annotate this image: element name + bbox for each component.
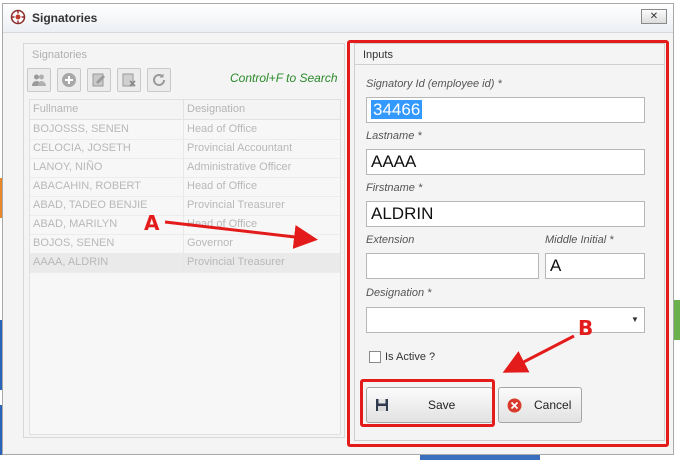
table-row[interactable]: ABAD, TADEO BENJIE Provincial Treasurer xyxy=(30,196,340,216)
add-icon xyxy=(62,73,76,87)
grid-header: Fullname Designation xyxy=(30,100,340,120)
search-hint: Control+F to Search xyxy=(230,71,338,85)
cell-designation: Provincial Treasurer xyxy=(187,256,285,268)
column-header-fullname[interactable]: Fullname xyxy=(33,103,78,115)
cell-designation: Governor xyxy=(187,237,233,249)
column-header-designation[interactable]: Designation xyxy=(187,103,245,115)
users-button[interactable] xyxy=(27,68,51,92)
table-row-selected[interactable]: AAAA, ALDRIN Provincial Treasurer xyxy=(30,253,340,273)
title-bar: Signatories ✕ xyxy=(3,4,673,33)
background-desktop-fragment xyxy=(674,300,680,340)
edit-icon xyxy=(92,73,105,87)
signatories-group-label: Signatories xyxy=(32,49,88,61)
cell-designation: Head of Office xyxy=(187,123,258,135)
users-icon xyxy=(32,74,46,86)
cell-fullname: BOJOS, SENEN xyxy=(33,237,115,249)
cell-designation: Head of Office xyxy=(187,218,258,230)
cell-fullname: CELOCIA, JOSETH xyxy=(33,142,131,154)
cell-fullname: LANOY, NIÑO xyxy=(33,161,103,173)
table-row[interactable]: ABAD, MARILYN Head of Office xyxy=(30,215,340,235)
cell-designation: Provincial Accountant xyxy=(187,142,293,154)
annotation-box-save xyxy=(360,379,495,427)
signatories-list-panel: Signatories Control+F to Search Fullname… xyxy=(23,43,345,438)
add-button[interactable] xyxy=(57,68,81,92)
cell-designation: Head of Office xyxy=(187,180,258,192)
cell-fullname: AAAA, ALDRIN xyxy=(33,256,109,268)
annotation-label-b: B xyxy=(578,316,594,340)
window-title: Signatories xyxy=(32,11,98,25)
settings-gear-icon xyxy=(10,9,26,25)
signatories-grid: Fullname Designation BOJOSSS, SENEN Head… xyxy=(29,99,341,435)
table-row[interactable]: BOJOSSS, SENEN Head of Office xyxy=(30,120,340,140)
cell-designation: Provincial Treasurer xyxy=(187,199,285,211)
table-row[interactable]: CELOCIA, JOSETH Provincial Accountant xyxy=(30,139,340,159)
refresh-button[interactable] xyxy=(147,68,171,92)
close-icon: ✕ xyxy=(649,11,659,22)
delete-icon xyxy=(122,73,136,87)
delete-button[interactable] xyxy=(117,68,141,92)
table-row[interactable]: LANOY, NIÑO Administrative Officer xyxy=(30,158,340,178)
annotation-label-a: A xyxy=(144,211,160,235)
table-row[interactable]: ABACAHIN, ROBERT Head of Office xyxy=(30,177,340,197)
cell-fullname: BOJOSSS, SENEN xyxy=(33,123,129,135)
cell-fullname: ABACAHIN, ROBERT xyxy=(33,180,141,192)
edit-button[interactable] xyxy=(87,68,111,92)
cell-fullname: ABAD, TADEO BENJIE xyxy=(33,199,148,211)
cell-fullname: ABAD, MARILYN xyxy=(33,218,118,230)
refresh-icon xyxy=(153,73,165,86)
close-button[interactable]: ✕ xyxy=(641,9,667,24)
cell-designation: Administrative Officer xyxy=(187,161,292,173)
table-row[interactable]: BOJOS, SENEN Governor xyxy=(30,234,340,254)
